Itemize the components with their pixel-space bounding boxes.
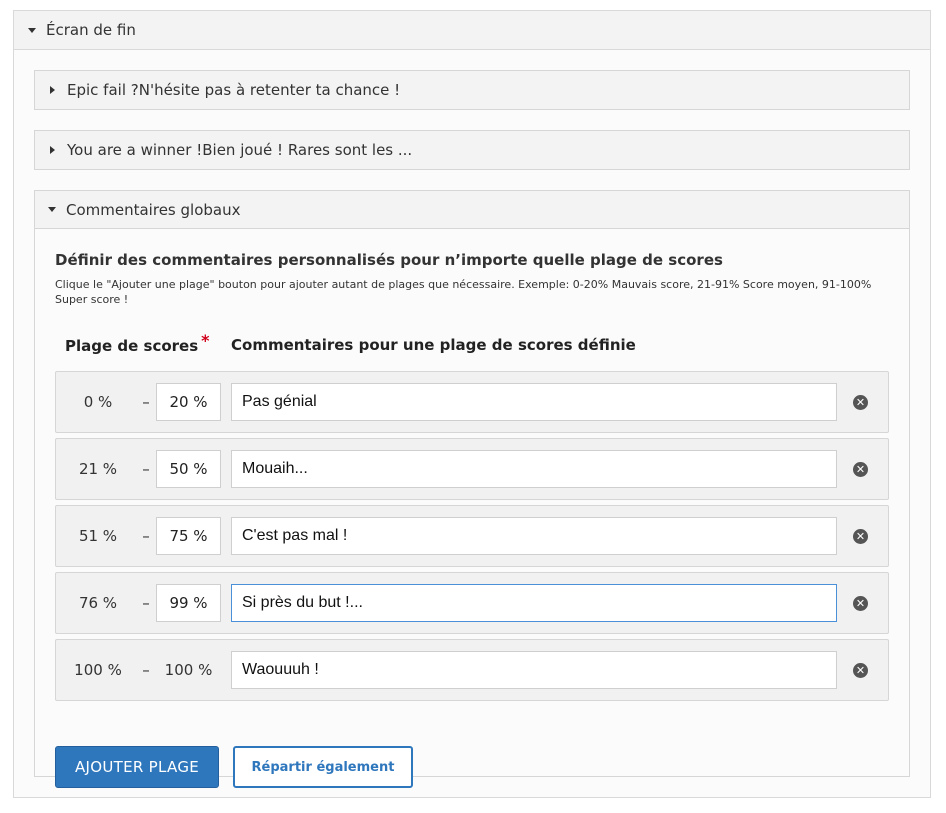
range-comment-input[interactable] — [231, 383, 837, 421]
range-from: 0 % — [83, 393, 113, 411]
range-from: 76 % — [78, 594, 118, 612]
caret-right-icon — [50, 146, 55, 154]
range-dash: – — [142, 460, 150, 478]
range-to-input[interactable]: 75 % — [156, 517, 221, 555]
required-marker: * — [201, 331, 210, 350]
range-comment-input[interactable] — [231, 584, 837, 622]
remove-circle-icon[interactable]: ✕ — [853, 462, 868, 477]
panel-global-comments: Commentaires globaux Définir des comment… — [34, 190, 910, 788]
caret-right-icon — [50, 86, 55, 94]
range-from: 51 % — [78, 527, 118, 545]
range-row: 21 % – 50 % ✕ — [55, 438, 889, 500]
split-evenly-button[interactable]: Répartir également — [233, 746, 413, 788]
range-to-input[interactable]: 99 % — [156, 584, 221, 622]
remove-circle-icon[interactable]: ✕ — [853, 596, 868, 611]
range-dash: – — [142, 393, 150, 411]
section-description: Clique le "Ajouter une plage" bouton pou… — [55, 278, 872, 306]
range-to: 100 % — [164, 661, 213, 679]
column-header-range: Plage de scores * — [65, 331, 210, 355]
column-header-comment: Commentaires pour une plage de scores dé… — [231, 336, 636, 354]
panel-global-comments-header[interactable]: Commentaires globaux — [35, 191, 909, 229]
caret-down-icon — [48, 207, 56, 212]
remove-circle-icon[interactable]: ✕ — [853, 663, 868, 678]
end-screen-header[interactable]: Écran de fin — [14, 11, 930, 50]
range-comment-input[interactable] — [231, 450, 837, 488]
column-header-range-label: Plage de scores — [65, 337, 199, 355]
panel-winner: You are a winner !Bien joué ! Rares sont… — [34, 130, 910, 170]
panel-epic-fail-title: Epic fail ?N'hésite pas à retenter ta ch… — [67, 81, 401, 99]
add-range-button[interactable]: AJOUTER PLAGE — [55, 746, 219, 788]
range-to-input[interactable]: 20 % — [156, 383, 221, 421]
range-to-input[interactable]: 50 % — [156, 450, 221, 488]
range-row: 0 % – 20 % ✕ — [55, 371, 889, 433]
range-from: 21 % — [78, 460, 118, 478]
range-dash: – — [142, 661, 150, 679]
range-comment-input[interactable] — [231, 517, 837, 555]
remove-circle-icon[interactable]: ✕ — [853, 529, 868, 544]
panel-global-comments-title: Commentaires globaux — [66, 200, 241, 219]
panel-winner-header[interactable]: You are a winner !Bien joué ! Rares sont… — [35, 131, 909, 169]
range-dash: – — [142, 527, 150, 545]
range-dash: – — [142, 594, 150, 612]
end-screen-panel: Écran de fin Epic fail ?N'hésite pas à r… — [13, 10, 931, 798]
range-row: 51 % – 75 % ✕ — [55, 505, 889, 567]
range-row: 100 % – 100 % ✕ — [55, 639, 889, 701]
caret-down-icon — [28, 27, 36, 33]
end-screen-title: Écran de fin — [46, 21, 136, 39]
remove-circle-icon[interactable]: ✕ — [853, 395, 868, 410]
section-heading: Définir des commentaires personnalisés p… — [55, 251, 723, 269]
panel-epic-fail-header[interactable]: Epic fail ?N'hésite pas à retenter ta ch… — [35, 71, 909, 109]
range-comment-input[interactable] — [231, 651, 837, 689]
panel-epic-fail: Epic fail ?N'hésite pas à retenter ta ch… — [34, 70, 910, 110]
range-from: 100 % — [74, 661, 122, 679]
panel-winner-title: You are a winner !Bien joué ! Rares sont… — [67, 141, 413, 159]
range-row: 76 % – 99 % ✕ — [55, 572, 889, 634]
